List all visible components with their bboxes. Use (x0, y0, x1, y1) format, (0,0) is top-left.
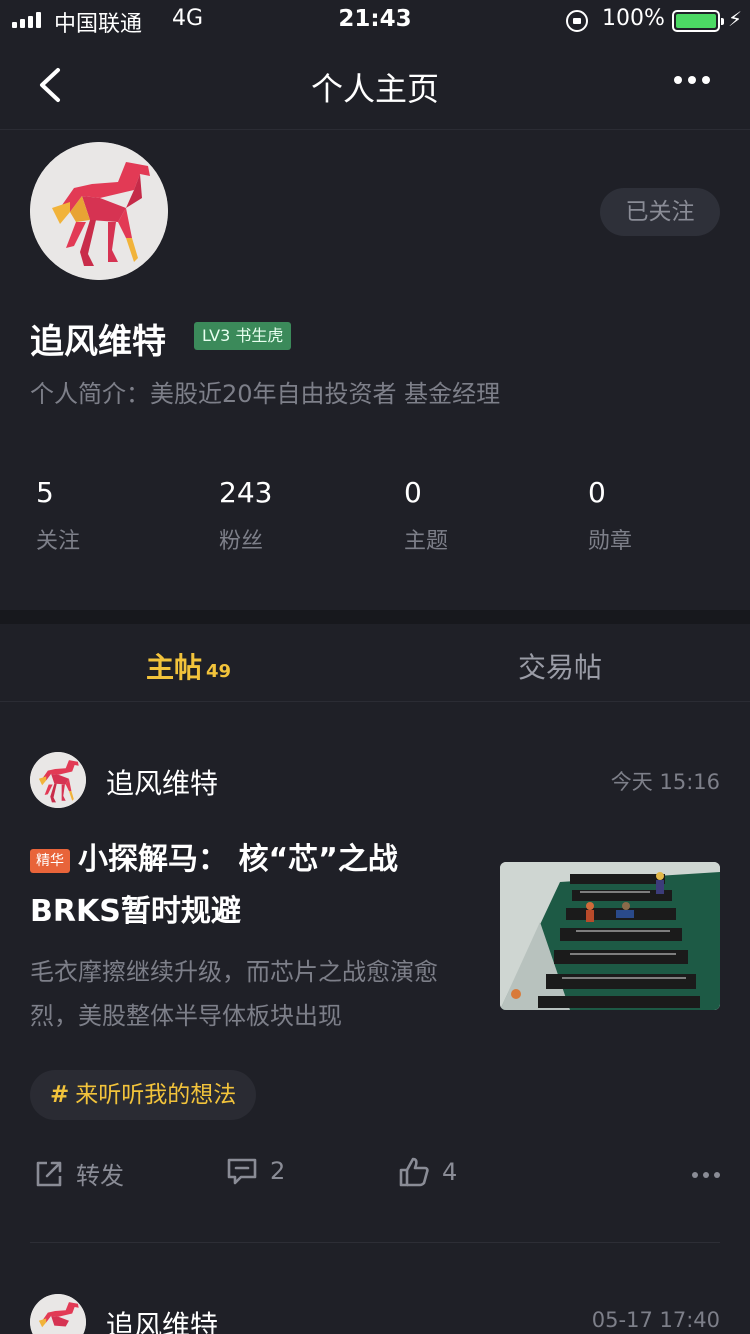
avatar[interactable] (30, 1294, 86, 1334)
horse-logo-icon (30, 1294, 86, 1334)
stat-value: 5 (36, 476, 54, 509)
stat-label: 关注 (36, 529, 81, 554)
post-time: 05-17 17:40 (591, 1308, 720, 1332)
hashtag-icon: # (50, 1082, 70, 1108)
topic-label: 来听听我的想法 (75, 1082, 237, 1108)
post-card[interactable]: 追风维特 今天 15:16 精华 小探解马： 核“芯”之战BRKS暂时规避 毛衣… (30, 752, 720, 1212)
more-horizontal-icon[interactable] (674, 76, 710, 84)
post-author[interactable]: 追风维特 (106, 1304, 218, 1334)
stat-label: 勋章 (588, 529, 633, 554)
nav-bar: 个人主页 (0, 40, 750, 130)
stat-value: 243 (219, 476, 273, 509)
tab-count: 49 (206, 661, 232, 682)
like-count: 4 (442, 1158, 458, 1186)
post-title-text: 小探解马： 核“芯”之战BRKS暂时规避 (30, 842, 398, 929)
post-divider (30, 1242, 720, 1243)
comment-icon (227, 1158, 257, 1185)
stat-label: 粉丝 (219, 529, 264, 554)
stat-label: 主题 (404, 529, 449, 554)
battery-icon (672, 10, 724, 32)
thumbs-up-icon (399, 1157, 429, 1187)
comment-button[interactable]: 2 (226, 1156, 285, 1186)
section-divider (0, 610, 750, 624)
stat-followers[interactable]: 243 粉丝 (219, 476, 272, 555)
post-card[interactable]: 追风维特 05-17 17:40 (30, 1294, 720, 1334)
circuit-board-image (500, 862, 720, 1010)
avatar[interactable] (30, 142, 168, 280)
topic-chip[interactable]: # 来听听我的想法 (30, 1070, 257, 1120)
horse-logo-icon (30, 752, 86, 808)
avatar[interactable] (30, 752, 86, 808)
post-title[interactable]: 精华 小探解马： 核“芯”之战BRKS暂时规避 (30, 834, 470, 938)
comment-count: 2 (270, 1157, 286, 1185)
stat-value: 0 (588, 476, 606, 509)
orientation-lock-icon (566, 10, 588, 32)
battery-percent: 100% (602, 6, 665, 31)
post-thumbnail[interactable] (500, 862, 720, 1010)
more-horizontal-icon[interactable] (692, 1172, 720, 1178)
tab-main-posts[interactable]: 主帖 49 (146, 646, 231, 686)
profile-name: 追风维特 (30, 322, 166, 362)
tab-label: 主帖 (146, 651, 203, 684)
status-bar: 中国联通 4G 21:43 100% ⚡ (0, 0, 750, 40)
charging-icon: ⚡ (728, 7, 743, 31)
horse-logo-icon (30, 142, 168, 280)
post-time: 今天 15:16 (610, 770, 720, 794)
post-actions: 转发 2 4 (30, 1156, 720, 1196)
follow-status-button[interactable]: 已关注 (600, 188, 720, 236)
post-tabs: 主帖 49 交易帖 (0, 624, 750, 702)
share-icon (36, 1161, 62, 1186)
stat-topics[interactable]: 0 主题 (404, 476, 448, 555)
share-label: 转发 (76, 1162, 124, 1190)
page-title: 个人主页 (310, 70, 439, 108)
post-author[interactable]: 追风维特 (106, 762, 218, 802)
share-button[interactable]: 转发 (34, 1156, 124, 1191)
stat-following[interactable]: 5 关注 (36, 476, 80, 555)
stat-value: 0 (404, 476, 422, 509)
tab-trade-posts[interactable]: 交易帖 (518, 646, 602, 686)
profile-bio: 个人简介：美股近20年自由投资者 基金经理 (30, 380, 501, 408)
level-badge: LV3 书生虎 (194, 322, 292, 350)
tab-label: 交易帖 (518, 651, 603, 684)
essence-badge: 精华 (30, 849, 70, 873)
post-excerpt: 毛衣摩擦继续升级，而芯片之战愈演愈烈，美股整体半导体板块出现 (30, 958, 438, 1030)
stat-medals[interactable]: 0 勋章 (588, 476, 632, 555)
like-button[interactable]: 4 (398, 1156, 457, 1188)
